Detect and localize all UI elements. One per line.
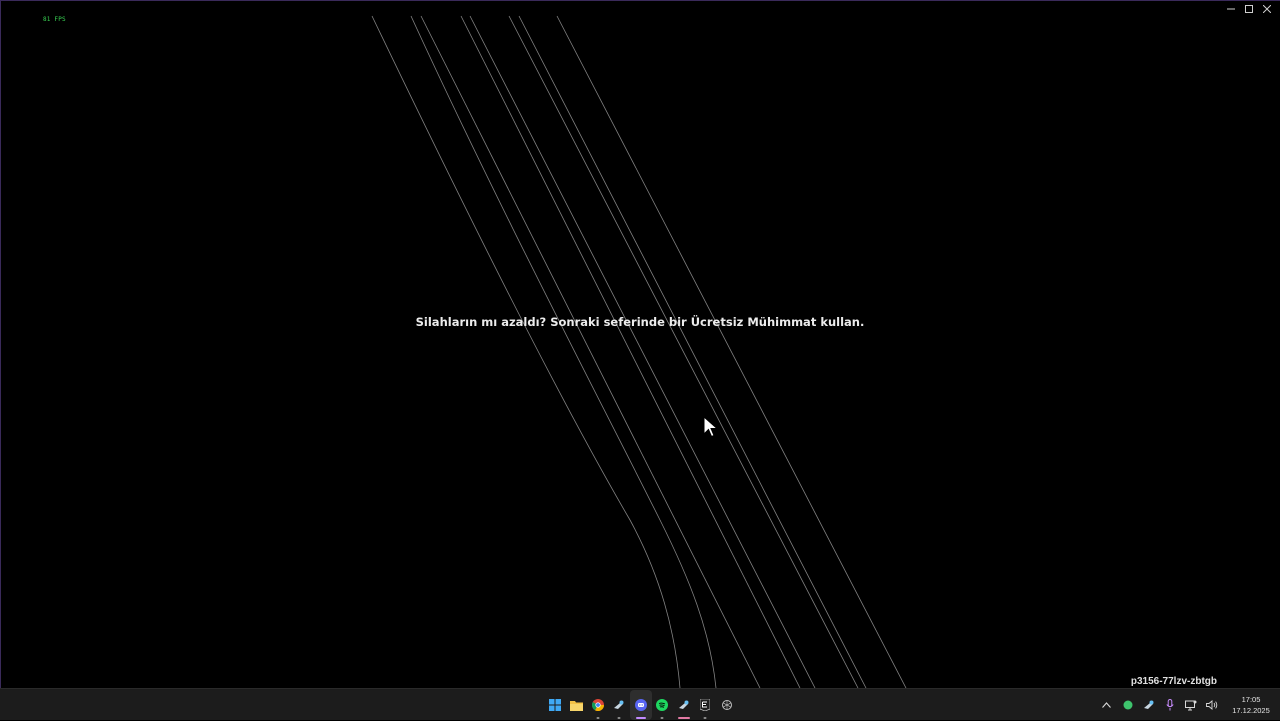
streak-line [410, 15, 717, 688]
background-streak-lines [371, 15, 907, 688]
network-icon [1184, 700, 1196, 710]
streak-line [371, 15, 681, 688]
session-code: p3156-77lzv-zbtgb [1130, 676, 1217, 687]
streak-line [469, 15, 816, 688]
running-indicator [596, 717, 600, 719]
taskbar-chrome[interactable] [587, 690, 609, 720]
loading-tip-text: Silahların mı azaldı? Sonraki seferinde … [415, 315, 865, 329]
minimize-icon [1227, 8, 1235, 10]
taskbar: 17:05 17.12.2025 [0, 688, 1280, 720]
tray-volume[interactable] [1201, 690, 1222, 720]
openai-icon [721, 700, 732, 710]
streak-line [460, 15, 801, 688]
epic-games-icon [700, 699, 711, 711]
clock-time: 17:05 [1241, 695, 1261, 704]
fps-counter: 81 FPS [43, 16, 66, 23]
taskbar-file-explorer[interactable] [566, 690, 588, 720]
steam-icon [1143, 700, 1153, 709]
streak-line [508, 15, 859, 688]
spotify-icon [656, 699, 669, 711]
taskbar-apps [544, 689, 738, 721]
tray-microphone[interactable] [1159, 690, 1180, 720]
window-controls [1222, 2, 1276, 16]
tray-network[interactable] [1180, 690, 1201, 720]
active-indicator [677, 717, 690, 719]
minimize-button[interactable] [1222, 2, 1240, 16]
start-button[interactable] [544, 690, 566, 720]
taskbar-discord[interactable] [630, 690, 652, 720]
discord-icon [634, 699, 647, 711]
taskbar-steam-game[interactable] [673, 690, 695, 720]
status-circle-icon [1123, 700, 1132, 710]
chevron-up-icon [1102, 702, 1111, 708]
steam-icon [678, 700, 689, 709]
tray-steam[interactable] [1138, 690, 1159, 720]
taskbar-steam[interactable] [609, 690, 631, 720]
streak-line [420, 15, 761, 688]
tray-overflow-button[interactable] [1096, 690, 1117, 720]
streak-line [556, 15, 907, 688]
clock-date: 17.12.2025 [1232, 706, 1270, 715]
folder-icon [569, 700, 583, 711]
maximize-button[interactable] [1240, 2, 1258, 16]
running-indicator [660, 717, 664, 719]
streak-line [518, 15, 867, 688]
taskbar-spotify[interactable] [652, 690, 674, 720]
speaker-icon [1205, 700, 1217, 710]
close-button[interactable] [1258, 2, 1276, 16]
running-indicator [703, 717, 707, 719]
taskbar-chatgpt[interactable] [716, 690, 738, 720]
windows-logo-icon [548, 699, 561, 711]
mouse-cursor-icon [703, 416, 719, 438]
tray-status-indicator[interactable] [1117, 690, 1138, 720]
taskbar-epic-games[interactable] [695, 690, 717, 720]
close-icon [1263, 5, 1271, 13]
game-viewport[interactable]: 81 FPS Silahların mı azaldı? Sonraki sef… [0, 0, 1280, 688]
active-indicator [635, 717, 646, 719]
running-indicator [617, 717, 621, 719]
microphone-icon [1165, 699, 1174, 711]
maximize-icon [1245, 5, 1253, 13]
chrome-icon [591, 699, 604, 711]
taskbar-clock[interactable]: 17:05 17.12.2025 [1222, 694, 1280, 716]
steam-icon [614, 700, 624, 709]
system-tray: 17:05 17.12.2025 [1096, 689, 1280, 721]
